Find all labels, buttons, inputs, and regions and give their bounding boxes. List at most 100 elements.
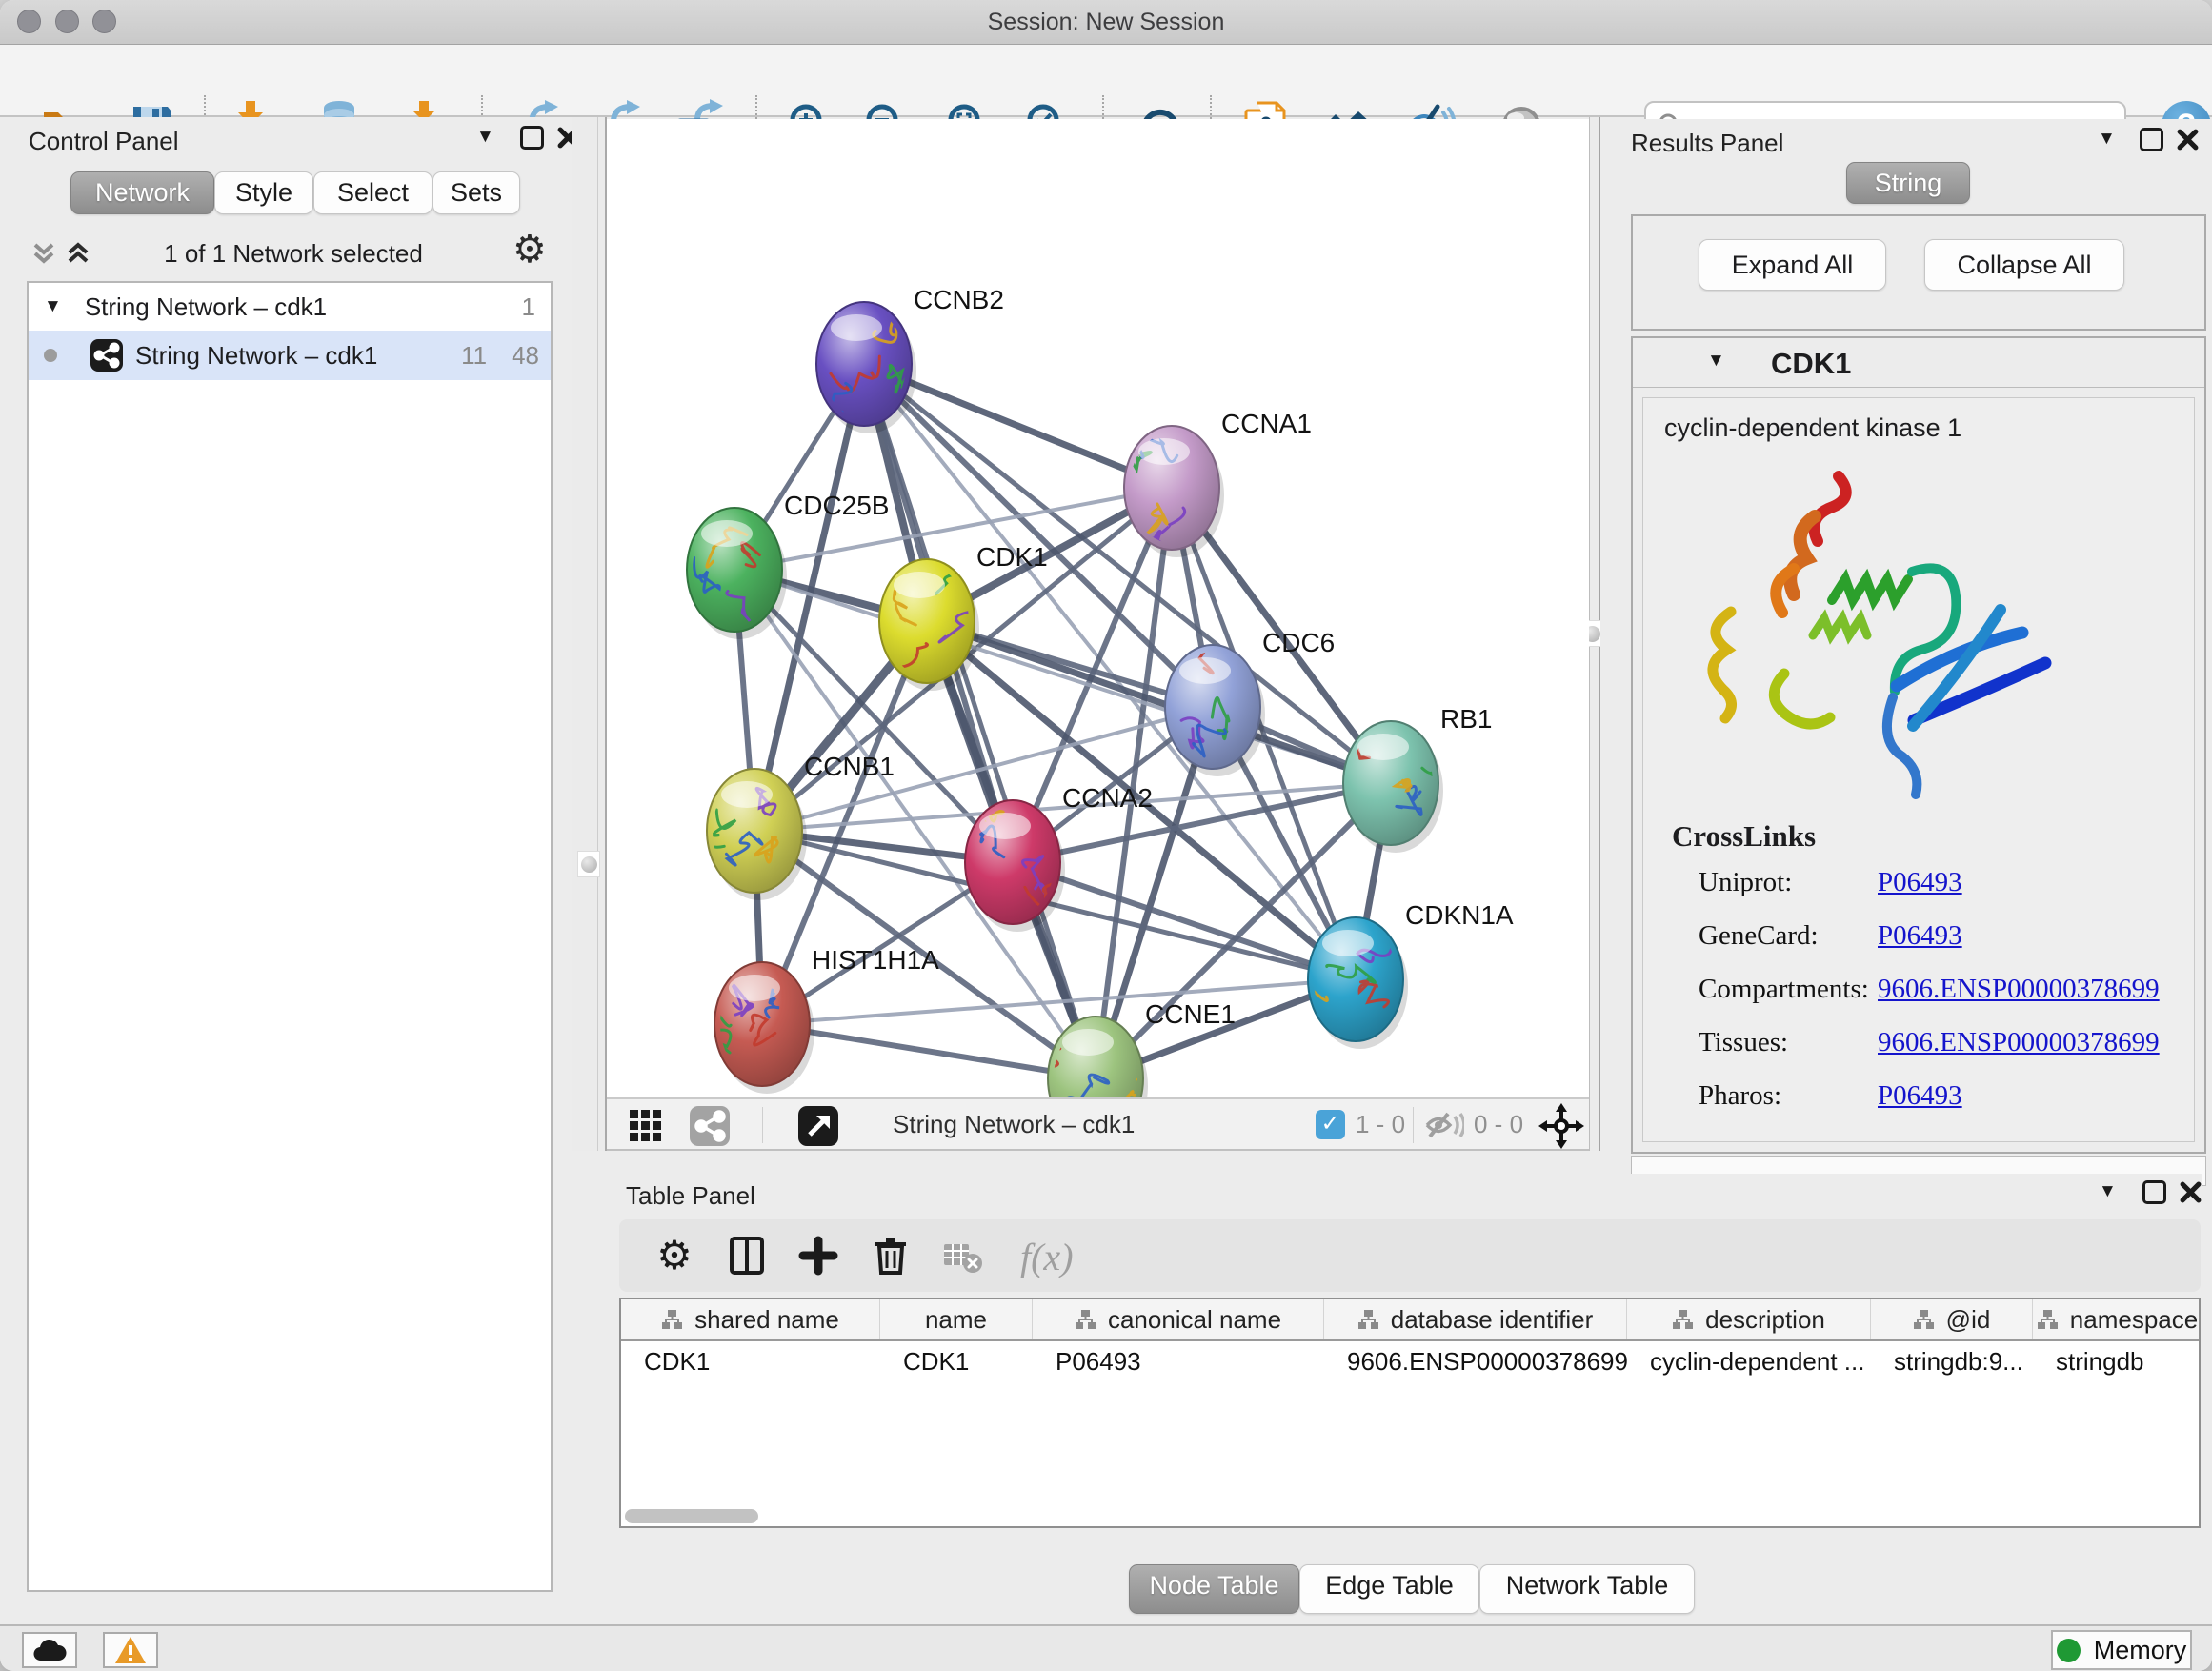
tab-network[interactable]: Network [70, 171, 214, 214]
column-header-label: name [925, 1305, 987, 1335]
column-header-database-identifier[interactable]: database identifier [1324, 1299, 1627, 1339]
network-thumb-icon[interactable] [689, 1105, 731, 1147]
hidden-eye-icon[interactable] [1424, 1112, 1464, 1138]
column-header-label: shared name [694, 1305, 839, 1335]
tree-expand-icon[interactable]: ▼ [44, 296, 62, 317]
expand-all-button[interactable]: Expand All [1699, 239, 1886, 291]
main-toolbar: ? [0, 45, 2212, 117]
node-table: shared name name canonical name database id… [619, 1298, 2201, 1528]
network-node-CDC25B[interactable] [687, 508, 787, 639]
cell: CDK1 [880, 1347, 1033, 1377]
tab-sets[interactable]: Sets [432, 171, 520, 214]
table-hscrollbar-thumb[interactable] [625, 1509, 758, 1523]
tab-style[interactable]: Style [214, 171, 313, 214]
close-panel-icon[interactable] [2176, 128, 2200, 151]
section-collapse-icon[interactable]: ▼ [1707, 351, 1725, 372]
network-view-canvas[interactable]: CCNB2CCNA1CDC25BCDK1CDC6RB1CCNB1CCNA2CDK… [607, 119, 1589, 1097]
network-node-HIST1H1A[interactable] [712, 962, 814, 1094]
network-selection-row: 1 of 1 Network selected ⚙ [8, 233, 572, 275]
selected-checkbox-icon[interactable]: ✓ [1316, 1110, 1345, 1139]
detach-view-icon[interactable] [797, 1105, 839, 1147]
show-columns-icon[interactable] [726, 1235, 768, 1277]
network-node-CCNA2[interactable] [965, 800, 1065, 932]
edge-count: 48 [512, 341, 539, 371]
column-header-label: database identifier [1391, 1305, 1593, 1335]
left-splitter[interactable] [572, 117, 607, 1151]
column-type-icon [1672, 1309, 1694, 1331]
tab-node-table[interactable]: Node Table [1129, 1564, 1299, 1614]
tab-edge-table[interactable]: Edge Table [1299, 1564, 1479, 1614]
float-panel-icon[interactable] [520, 126, 544, 150]
column-header--id[interactable]: @id [1871, 1299, 2033, 1339]
crosslinks-list: Uniprot:P06493GeneCard:P06493Compartment… [1699, 867, 2175, 1134]
network-node-label: RB1 [1440, 704, 1492, 734]
float-panel-icon[interactable] [2140, 128, 2163, 151]
current-network-dot-icon [44, 349, 57, 362]
column-header-label: description [1705, 1305, 1825, 1335]
delete-table-icon[interactable] [941, 1235, 983, 1277]
tab-string[interactable]: String [1846, 162, 1970, 204]
protein-name: CDK1 [1771, 347, 1851, 381]
function-builder-icon[interactable]: f(x) [1020, 1235, 1106, 1277]
column-header-name[interactable]: name [880, 1299, 1033, 1339]
network-options-gear-icon[interactable]: ⚙ [513, 228, 547, 272]
expand-collapse-box: Expand All Collapse All [1631, 214, 2206, 331]
close-panel-icon[interactable] [2179, 1180, 2202, 1204]
expand-all-icon[interactable] [65, 241, 91, 268]
tab-network-table[interactable]: Network Table [1479, 1564, 1695, 1614]
column-header-label: namespace [2070, 1305, 2198, 1335]
collection-count: 1 [522, 292, 535, 322]
panel-menu-icon[interactable]: ▼ [2099, 1181, 2117, 1202]
table-settings-gear-icon[interactable]: ⚙ [654, 1235, 695, 1277]
network-node-CCNE1[interactable] [1039, 1017, 1158, 1097]
protein-details: cyclin-dependent kinase 1 [1642, 397, 2195, 1142]
crosslink-link[interactable]: 9606.ENSP00000378699 [1878, 974, 2160, 1005]
status-bar: Memory [0, 1624, 2212, 1671]
network-node-CDKN1A[interactable] [1297, 917, 1408, 1049]
panel-menu-icon[interactable]: ▼ [2098, 129, 2116, 150]
cell: P06493 [1033, 1347, 1324, 1377]
crosslink-link[interactable]: 9606.ENSP00000378699 [1878, 1027, 2160, 1058]
network-row-selected[interactable]: String Network – cdk1 11 48 [29, 331, 551, 380]
column-header-shared-name[interactable]: shared name [621, 1299, 880, 1339]
tab-select[interactable]: Select [313, 171, 432, 214]
add-column-icon[interactable] [797, 1235, 839, 1277]
memory-button[interactable]: Memory [2051, 1630, 2192, 1670]
cell: 9606.ENSP00000378699 [1324, 1347, 1627, 1377]
column-type-icon [1075, 1309, 1096, 1331]
panel-menu-icon[interactable]: ▼ [476, 127, 494, 148]
cloud-status-button[interactable] [22, 1632, 77, 1668]
protein-section: ▼ CDK1 cyclin-dependent kinase 1 [1631, 336, 2206, 1154]
column-header-namespace[interactable]: namespace [2033, 1299, 2202, 1339]
cloud-icon [32, 1638, 67, 1662]
grid-view-icon[interactable] [628, 1108, 664, 1144]
collapse-all-icon[interactable] [30, 241, 57, 268]
network-node-label: CCNA2 [1062, 783, 1153, 813]
column-header-label: canonical name [1108, 1305, 1281, 1335]
network-node-CDC6[interactable] [1165, 624, 1265, 776]
crosslink-link[interactable]: P06493 [1878, 1080, 1962, 1112]
network-tree: ▼ String Network – cdk1 1 String Network… [27, 281, 553, 1592]
network-node-CCNA1[interactable] [1124, 426, 1224, 557]
results-panel: Results Panel ▼ String Expand All Collap… [1600, 119, 2212, 1191]
birdseye-navigator-icon[interactable] [1538, 1103, 1584, 1149]
column-header-canonical-name[interactable]: canonical name [1033, 1299, 1324, 1339]
crosslink-link[interactable]: P06493 [1878, 920, 1962, 952]
network-node-label: CCNB1 [804, 752, 895, 781]
cell: cyclin-dependent ... [1627, 1347, 1871, 1377]
column-type-icon [1357, 1309, 1379, 1331]
app-window: Session: New Session [0, 0, 2212, 1671]
network-node-CDK1[interactable] [879, 554, 992, 691]
crosslink-link[interactable]: P06493 [1878, 867, 1962, 898]
results-panel-title: Results Panel [1631, 129, 1783, 158]
network-collection-row[interactable]: ▼ String Network – cdk1 1 [29, 283, 551, 331]
warnings-button[interactable] [103, 1632, 158, 1668]
protein-section-header[interactable]: ▼ CDK1 [1633, 338, 2204, 388]
float-panel-icon[interactable] [2142, 1180, 2166, 1204]
left-splitter-grip[interactable] [577, 851, 600, 877]
network-node-label: CDK1 [976, 542, 1048, 572]
table-row[interactable]: CDK1CDK1P064939606.ENSP00000378699cyclin… [621, 1341, 2199, 1381]
column-header-description[interactable]: description [1627, 1299, 1871, 1339]
delete-column-trash-icon[interactable] [870, 1235, 912, 1277]
collapse-all-button[interactable]: Collapse All [1924, 239, 2124, 291]
